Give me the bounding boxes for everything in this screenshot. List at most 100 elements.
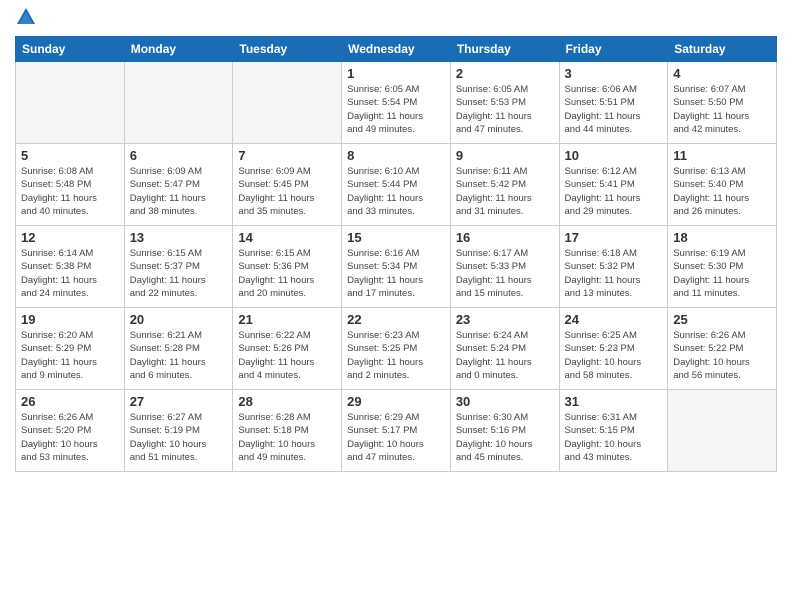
day-info: Sunrise: 6:31 AMSunset: 5:15 PMDaylight:…: [565, 411, 663, 464]
day-info: Sunrise: 6:16 AMSunset: 5:34 PMDaylight:…: [347, 247, 445, 300]
calendar-cell: [16, 62, 125, 144]
day-info: Sunrise: 6:21 AMSunset: 5:28 PMDaylight:…: [130, 329, 228, 382]
weekday-header: Thursday: [450, 37, 559, 62]
day-number: 15: [347, 230, 445, 245]
day-number: 12: [21, 230, 119, 245]
calendar-cell: [124, 62, 233, 144]
calendar-cell: 28 Sunrise: 6:28 AMSunset: 5:18 PMDayligh…: [233, 390, 342, 472]
day-info: Sunrise: 6:26 AMSunset: 5:22 PMDaylight:…: [673, 329, 771, 382]
day-info: Sunrise: 6:05 AMSunset: 5:53 PMDaylight:…: [456, 83, 554, 136]
header: [15, 10, 777, 28]
day-number: 30: [456, 394, 554, 409]
day-number: 29: [347, 394, 445, 409]
calendar-cell: 18 Sunrise: 6:19 AMSunset: 5:30 PMDayligh…: [668, 226, 777, 308]
day-info: Sunrise: 6:15 AMSunset: 5:37 PMDaylight:…: [130, 247, 228, 300]
day-info: Sunrise: 6:13 AMSunset: 5:40 PMDaylight:…: [673, 165, 771, 218]
day-number: 9: [456, 148, 554, 163]
day-info: Sunrise: 6:29 AMSunset: 5:17 PMDaylight:…: [347, 411, 445, 464]
day-info: Sunrise: 6:19 AMSunset: 5:30 PMDaylight:…: [673, 247, 771, 300]
weekday-header: Wednesday: [342, 37, 451, 62]
day-number: 23: [456, 312, 554, 327]
day-number: 20: [130, 312, 228, 327]
calendar-cell: 16Sunrise: 6:17 AMSunset: 5:33 PMDayligh…: [450, 226, 559, 308]
calendar-week-row: 12 Sunrise: 6:14 AMSunset: 5:38 PMDayligh…: [16, 226, 777, 308]
day-info: Sunrise: 6:05 AMSunset: 5:54 PMDaylight:…: [347, 83, 445, 136]
day-number: 19: [21, 312, 119, 327]
calendar-cell: 10Sunrise: 6:12 AMSunset: 5:41 PMDayligh…: [559, 144, 668, 226]
day-info: Sunrise: 6:28 AMSunset: 5:18 PMDaylight:…: [238, 411, 336, 464]
logo-icon: [15, 6, 37, 28]
calendar-cell: 21 Sunrise: 6:22 AMSunset: 5:26 PMDayligh…: [233, 308, 342, 390]
day-number: 6: [130, 148, 228, 163]
day-info: Sunrise: 6:11 AMSunset: 5:42 PMDaylight:…: [456, 165, 554, 218]
day-number: 1: [347, 66, 445, 81]
calendar-cell: 22 Sunrise: 6:23 AMSunset: 5:25 PMDayligh…: [342, 308, 451, 390]
day-number: 11: [673, 148, 771, 163]
calendar-cell: 13 Sunrise: 6:15 AMSunset: 5:37 PMDayligh…: [124, 226, 233, 308]
day-number: 17: [565, 230, 663, 245]
day-number: 8: [347, 148, 445, 163]
day-number: 3: [565, 66, 663, 81]
day-number: 13: [130, 230, 228, 245]
day-number: 25: [673, 312, 771, 327]
day-info: Sunrise: 6:08 AMSunset: 5:48 PMDaylight:…: [21, 165, 119, 218]
day-info: Sunrise: 6:15 AMSunset: 5:36 PMDaylight:…: [238, 247, 336, 300]
day-info: Sunrise: 6:06 AMSunset: 5:51 PMDaylight:…: [565, 83, 663, 136]
day-info: Sunrise: 6:09 AMSunset: 5:47 PMDaylight:…: [130, 165, 228, 218]
day-info: Sunrise: 6:24 AMSunset: 5:24 PMDaylight:…: [456, 329, 554, 382]
weekday-header: Monday: [124, 37, 233, 62]
weekday-header: Sunday: [16, 37, 125, 62]
day-info: Sunrise: 6:20 AMSunset: 5:29 PMDaylight:…: [21, 329, 119, 382]
day-number: 21: [238, 312, 336, 327]
day-number: 22: [347, 312, 445, 327]
day-number: 7: [238, 148, 336, 163]
calendar-cell: 12 Sunrise: 6:14 AMSunset: 5:38 PMDayligh…: [16, 226, 125, 308]
calendar-week-row: 26 Sunrise: 6:26 AMSunset: 5:20 PMDayligh…: [16, 390, 777, 472]
day-number: 4: [673, 66, 771, 81]
calendar-cell: 25 Sunrise: 6:26 AMSunset: 5:22 PMDayligh…: [668, 308, 777, 390]
day-info: Sunrise: 6:07 AMSunset: 5:50 PMDaylight:…: [673, 83, 771, 136]
logo: [15, 14, 39, 28]
day-info: Sunrise: 6:25 AMSunset: 5:23 PMDaylight:…: [565, 329, 663, 382]
calendar-cell: 15 Sunrise: 6:16 AMSunset: 5:34 PMDayligh…: [342, 226, 451, 308]
calendar-cell: [668, 390, 777, 472]
day-number: 2: [456, 66, 554, 81]
day-info: Sunrise: 6:27 AMSunset: 5:19 PMDaylight:…: [130, 411, 228, 464]
day-info: Sunrise: 6:17 AMSunset: 5:33 PMDaylight:…: [456, 247, 554, 300]
calendar-cell: 11 Sunrise: 6:13 AMSunset: 5:40 PMDayligh…: [668, 144, 777, 226]
calendar-cell: 6 Sunrise: 6:09 AMSunset: 5:47 PMDaylight…: [124, 144, 233, 226]
calendar-cell: [233, 62, 342, 144]
weekday-header: Tuesday: [233, 37, 342, 62]
calendar-cell: 14Sunrise: 6:15 AMSunset: 5:36 PMDayligh…: [233, 226, 342, 308]
calendar: SundayMondayTuesdayWednesdayThursdayFrid…: [15, 36, 777, 472]
calendar-cell: 17Sunrise: 6:18 AMSunset: 5:32 PMDayligh…: [559, 226, 668, 308]
day-info: Sunrise: 6:23 AMSunset: 5:25 PMDaylight:…: [347, 329, 445, 382]
calendar-cell: 1 Sunrise: 6:05 AMSunset: 5:54 PMDaylight…: [342, 62, 451, 144]
day-number: 31: [565, 394, 663, 409]
calendar-cell: 30 Sunrise: 6:30 AMSunset: 5:16 PMDayligh…: [450, 390, 559, 472]
calendar-week-row: 1 Sunrise: 6:05 AMSunset: 5:54 PMDaylight…: [16, 62, 777, 144]
weekday-header-row: SundayMondayTuesdayWednesdayThursdayFrid…: [16, 37, 777, 62]
calendar-cell: 2 Sunrise: 6:05 AMSunset: 5:53 PMDaylight…: [450, 62, 559, 144]
calendar-cell: 3 Sunrise: 6:06 AMSunset: 5:51 PMDaylight…: [559, 62, 668, 144]
day-info: Sunrise: 6:26 AMSunset: 5:20 PMDaylight:…: [21, 411, 119, 464]
day-number: 28: [238, 394, 336, 409]
page: SundayMondayTuesdayWednesdayThursdayFrid…: [0, 0, 792, 612]
weekday-header: Friday: [559, 37, 668, 62]
calendar-cell: 19 Sunrise: 6:20 AMSunset: 5:29 PMDayligh…: [16, 308, 125, 390]
day-number: 24: [565, 312, 663, 327]
calendar-week-row: 19 Sunrise: 6:20 AMSunset: 5:29 PMDayligh…: [16, 308, 777, 390]
day-info: Sunrise: 6:09 AMSunset: 5:45 PMDaylight:…: [238, 165, 336, 218]
day-number: 5: [21, 148, 119, 163]
day-info: Sunrise: 6:30 AMSunset: 5:16 PMDaylight:…: [456, 411, 554, 464]
calendar-cell: 31 Sunrise: 6:31 AMSunset: 5:15 PMDayligh…: [559, 390, 668, 472]
day-number: 26: [21, 394, 119, 409]
calendar-cell: 26 Sunrise: 6:26 AMSunset: 5:20 PMDayligh…: [16, 390, 125, 472]
weekday-header: Saturday: [668, 37, 777, 62]
calendar-cell: 29 Sunrise: 6:29 AMSunset: 5:17 PMDayligh…: [342, 390, 451, 472]
calendar-cell: 4 Sunrise: 6:07 AMSunset: 5:50 PMDaylight…: [668, 62, 777, 144]
calendar-cell: 20 Sunrise: 6:21 AMSunset: 5:28 PMDayligh…: [124, 308, 233, 390]
day-number: 18: [673, 230, 771, 245]
day-info: Sunrise: 6:14 AMSunset: 5:38 PMDaylight:…: [21, 247, 119, 300]
day-info: Sunrise: 6:22 AMSunset: 5:26 PMDaylight:…: [238, 329, 336, 382]
